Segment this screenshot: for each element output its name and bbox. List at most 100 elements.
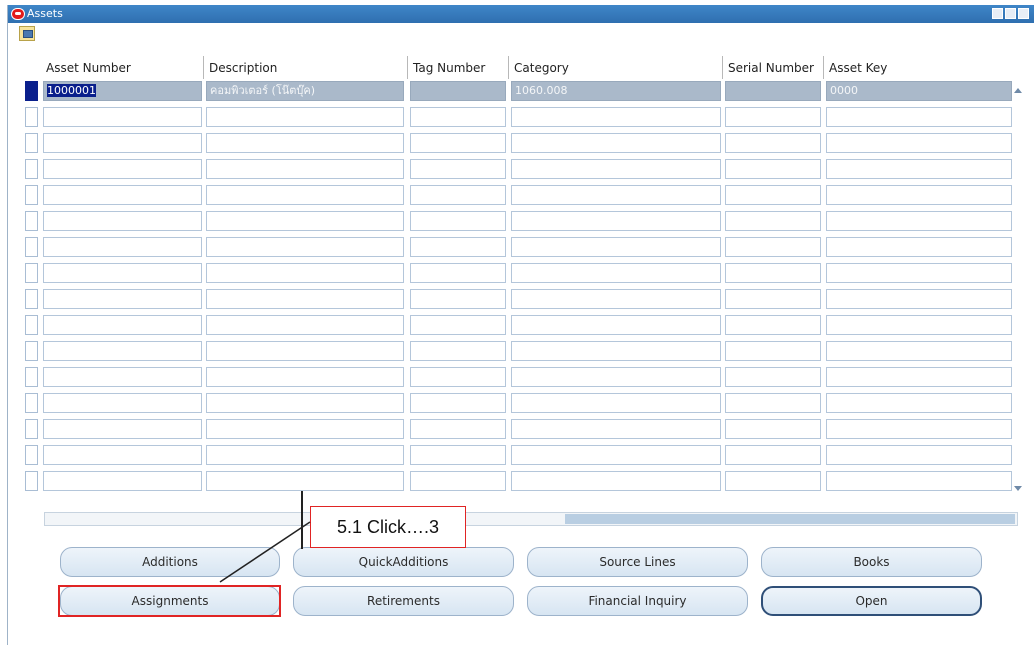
category-cell[interactable] [511,263,721,283]
table-row[interactable] [0,208,1034,231]
tag-number-cell[interactable] [410,289,506,309]
serial-number-cell[interactable] [725,159,821,179]
category-cell[interactable] [511,341,721,361]
asset-key-cell[interactable] [826,393,1012,413]
description-cell[interactable] [206,263,404,283]
books-button[interactable]: Books [761,547,982,577]
serial-number-cell[interactable] [725,315,821,335]
tag-number-cell[interactable] [410,367,506,387]
table-row[interactable] [0,234,1034,257]
description-cell[interactable]: คอมพิวเตอร์ (โน๊ตบุ๊ค) [206,81,404,101]
serial-number-cell[interactable] [725,471,821,491]
description-cell[interactable] [206,445,404,465]
description-cell[interactable] [206,393,404,413]
description-cell[interactable] [206,211,404,231]
description-cell[interactable] [206,341,404,361]
table-row[interactable] [0,130,1034,153]
row-selector[interactable] [25,419,38,439]
folder-edit-icon[interactable] [19,26,35,41]
row-selector[interactable] [25,107,38,127]
asset-number-cell[interactable] [43,341,202,361]
category-cell[interactable] [511,185,721,205]
table-row[interactable]: 1000001 คอมพิวเตอร์ (โน๊ตบุ๊ค) 1060.008 000… [0,78,1034,101]
description-cell[interactable] [206,159,404,179]
asset-key-cell[interactable] [826,133,1012,153]
description-cell[interactable] [206,133,404,153]
asset-key-cell[interactable] [826,341,1012,361]
table-row[interactable] [0,182,1034,205]
quick-additions-button[interactable]: QuickAdditions [293,547,514,577]
row-selector[interactable] [25,289,38,309]
horizontal-scroll-thumb[interactable] [565,514,1015,524]
table-row[interactable] [0,468,1034,491]
asset-key-cell[interactable] [826,445,1012,465]
description-cell[interactable] [206,367,404,387]
serial-number-cell[interactable] [725,263,821,283]
category-cell[interactable] [511,107,721,127]
asset-number-cell[interactable] [43,289,202,309]
row-selector[interactable] [25,237,38,257]
row-selector[interactable] [25,81,38,101]
row-selector[interactable] [25,393,38,413]
asset-key-cell[interactable] [826,419,1012,439]
row-selector[interactable] [25,367,38,387]
asset-number-cell[interactable] [43,159,202,179]
row-selector[interactable] [25,341,38,361]
row-selector[interactable] [25,211,38,231]
tag-number-cell[interactable] [410,81,506,101]
row-selector[interactable] [25,315,38,335]
asset-number-cell[interactable] [43,107,202,127]
serial-number-cell[interactable] [725,289,821,309]
serial-number-cell[interactable] [725,393,821,413]
serial-number-cell[interactable] [725,367,821,387]
asset-number-cell[interactable] [43,445,202,465]
row-selector[interactable] [25,445,38,465]
asset-number-cell[interactable] [43,237,202,257]
category-cell[interactable] [511,133,721,153]
row-selector[interactable] [25,133,38,153]
category-cell[interactable] [511,159,721,179]
asset-key-cell[interactable] [826,211,1012,231]
asset-number-cell[interactable] [43,393,202,413]
description-cell[interactable] [206,185,404,205]
tag-number-cell[interactable] [410,341,506,361]
category-cell[interactable] [511,289,721,309]
category-cell[interactable] [511,367,721,387]
table-row[interactable] [0,156,1034,179]
asset-number-cell[interactable] [43,133,202,153]
scroll-up-icon[interactable] [1014,88,1022,93]
row-selector[interactable] [25,159,38,179]
asset-key-cell[interactable] [826,367,1012,387]
asset-number-cell[interactable] [43,211,202,231]
description-cell[interactable] [206,419,404,439]
financial-inquiry-button[interactable]: Financial Inquiry [527,586,748,616]
serial-number-cell[interactable] [725,341,821,361]
asset-key-cell[interactable] [826,159,1012,179]
serial-number-cell[interactable] [725,211,821,231]
tag-number-cell[interactable] [410,159,506,179]
category-cell[interactable] [511,471,721,491]
tag-number-cell[interactable] [410,107,506,127]
table-row[interactable] [0,338,1034,361]
category-cell[interactable] [511,445,721,465]
tag-number-cell[interactable] [410,393,506,413]
description-cell[interactable] [206,289,404,309]
serial-number-cell[interactable] [725,133,821,153]
category-cell[interactable] [511,211,721,231]
serial-number-cell[interactable] [725,445,821,465]
table-row[interactable] [0,364,1034,387]
table-row[interactable] [0,286,1034,309]
tag-number-cell[interactable] [410,185,506,205]
description-cell[interactable] [206,237,404,257]
open-button[interactable]: Open [761,586,982,616]
tag-number-cell[interactable] [410,419,506,439]
tag-number-cell[interactable] [410,211,506,231]
asset-number-cell[interactable] [43,263,202,283]
tag-number-cell[interactable] [410,315,506,335]
asset-number-cell[interactable] [43,315,202,335]
description-cell[interactable] [206,107,404,127]
table-row[interactable] [0,104,1034,127]
category-cell[interactable] [511,237,721,257]
tag-number-cell[interactable] [410,263,506,283]
description-cell[interactable] [206,315,404,335]
